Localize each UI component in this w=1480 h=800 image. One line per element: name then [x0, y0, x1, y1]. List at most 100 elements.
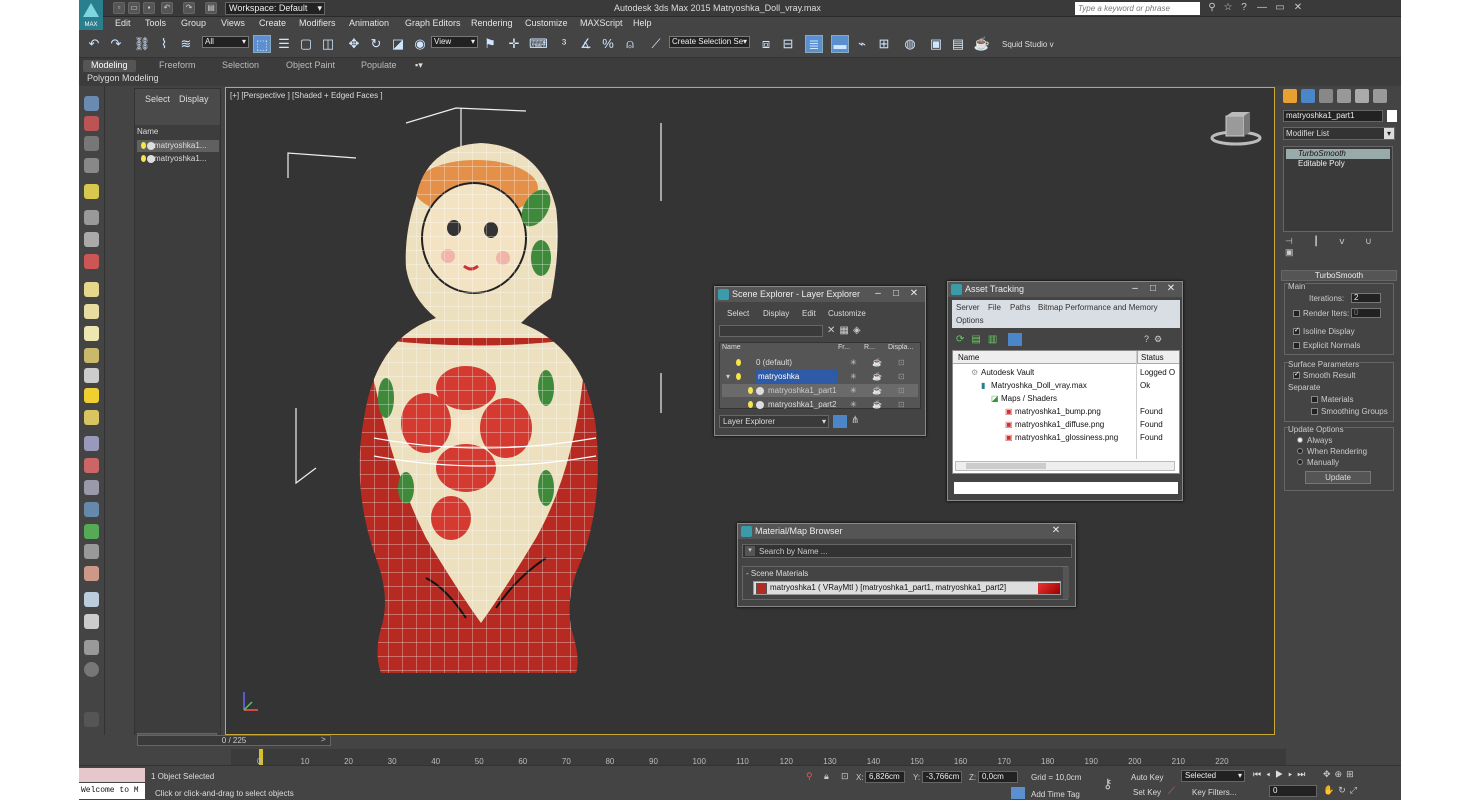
question-icon[interactable]	[84, 662, 99, 677]
key-icon[interactable]: ⚷	[1103, 776, 1113, 792]
render-icon[interactable]: ☕	[872, 356, 882, 369]
render-icon[interactable]: ☕	[872, 370, 882, 383]
menu-views[interactable]: Views	[221, 18, 245, 28]
object-color-swatch[interactable]	[1387, 110, 1397, 122]
asset-help-icons[interactable]: ?⚙	[1144, 334, 1167, 345]
edit-named-selection-icon[interactable]: ⟋	[647, 35, 665, 53]
lock-icon[interactable]: 🔒︎	[824, 771, 829, 782]
auto-key-button[interactable]: Auto Key	[1131, 773, 1163, 782]
light-bulb-icon[interactable]	[736, 373, 741, 380]
tab-display[interactable]: Display	[179, 94, 209, 104]
table-row[interactable]: ▾ matryoshka ✳ ☕ ⊡	[722, 370, 918, 383]
city-icon[interactable]	[84, 614, 99, 629]
hierarchy-tab-icon[interactable]	[1319, 89, 1333, 103]
key-mode-icon[interactable]: ⟋	[1168, 786, 1175, 797]
torus-icon[interactable]	[84, 348, 99, 363]
table-row[interactable]: matryoshka1_part2 ✳ ☕ ⊡	[722, 398, 918, 411]
material-browser-titlebar[interactable]: Material/Map Browser ✕	[738, 524, 1075, 539]
select-by-name-icon[interactable]: ☰	[275, 35, 293, 53]
time-track[interactable]: 0 10 20 30 40 50 60 70 80 90 100 110 120 130 140 150 160…	[231, 749, 1286, 766]
new-file-icon[interactable]: ▫	[113, 2, 125, 14]
light-bulb-icon[interactable]	[748, 387, 753, 394]
asset-tracking-titlebar[interactable]: Asset Tracking – □ ✕	[948, 282, 1182, 297]
light-bulb-icon[interactable]	[736, 359, 741, 366]
x-coordinate-field[interactable]: 6,826cm	[865, 771, 905, 783]
menu-select[interactable]: Select	[727, 309, 749, 318]
table-row[interactable]: ▣ matryoshka1_bump.png Found	[953, 405, 1179, 418]
hierarchy-mode-icon[interactable]: ⋔	[851, 415, 859, 426]
tab-populate[interactable]: Populate	[361, 60, 397, 72]
maxscript-listener-top[interactable]	[79, 768, 145, 782]
render-setup-icon[interactable]: ▣	[927, 35, 945, 53]
maxscript-listener[interactable]: Welcome to M	[79, 783, 145, 799]
menu-options[interactable]: Options	[956, 316, 984, 325]
menu-tools[interactable]: Tools	[145, 18, 166, 28]
column-freeze[interactable]: Fr...	[838, 344, 850, 351]
column-name[interactable]: Name	[137, 127, 158, 136]
table-row[interactable]: ▣ matryoshka1_glossiness.png Found	[953, 431, 1179, 444]
sphere-icon[interactable]	[84, 304, 99, 319]
stack-item-editable-poly[interactable]: Editable Poly	[1286, 159, 1390, 169]
tab-modeling[interactable]: Modeling	[83, 60, 136, 72]
sun-icon[interactable]	[84, 388, 99, 403]
rendered-frame-window-icon[interactable]: ▤	[949, 35, 967, 53]
tab-selection[interactable]: Selection	[222, 60, 259, 72]
absolute-mode-icon[interactable]: ⊡	[841, 771, 849, 782]
list-item[interactable]: matryoshka1...	[137, 153, 219, 165]
close-icon[interactable]: ✕	[1047, 524, 1065, 538]
menu-graph-editors[interactable]: Graph Editors	[405, 18, 461, 28]
restore-icon[interactable]: □	[887, 287, 905, 301]
tab-freeform[interactable]: Freeform	[159, 60, 196, 72]
menu-rendering[interactable]: Rendering	[471, 18, 513, 28]
minimize-icon[interactable]: –	[869, 287, 887, 301]
cone-icon[interactable]	[84, 368, 99, 383]
light-bulb-icon[interactable]	[141, 155, 146, 162]
table-row[interactable]: matryoshka1_part1 ✳ ☕ ⊡	[722, 384, 918, 397]
key-filters-button[interactable]: Key Filters...	[1192, 788, 1236, 797]
scrollbar-thumb[interactable]	[966, 463, 1046, 469]
object-name-field[interactable]: matryoshka1_part1	[1283, 110, 1383, 122]
teapot-icon[interactable]	[84, 96, 99, 111]
dynamics-icon[interactable]	[84, 458, 99, 473]
menu-edit[interactable]: Edit	[802, 309, 816, 318]
open-file-icon[interactable]: ▭	[128, 2, 140, 14]
when-rendering-radio[interactable]	[1297, 448, 1303, 454]
y-coordinate-field[interactable]: -3,766cm	[922, 771, 962, 783]
light-bulb-icon[interactable]	[141, 142, 146, 149]
freeze-icon[interactable]: ✳	[850, 356, 857, 369]
polygon-modeling-panel[interactable]: Polygon Modeling	[87, 73, 159, 83]
material-item[interactable]: matryoshka1 ( VRayMtl ) [matryoshka1_par…	[753, 581, 1061, 595]
redo-icon[interactable]: ↷	[183, 2, 195, 14]
table-row[interactable]: 0 (default) ✳ ☕ ⊡	[722, 356, 918, 369]
close-icon[interactable]: ✕	[1291, 2, 1305, 15]
mirror-icon[interactable]: ⧈	[757, 35, 775, 53]
set-key-button[interactable]: Set Key	[1133, 788, 1161, 797]
percent-snap-icon[interactable]: %	[599, 35, 617, 53]
schematic-view-icon[interactable]: ⊞	[875, 35, 893, 53]
render-production-icon[interactable]: ☕	[973, 35, 991, 53]
cylinder-icon[interactable]	[84, 326, 99, 341]
redo-icon[interactable]: ↷	[107, 35, 125, 53]
window-crossing-icon[interactable]: ◫	[319, 35, 337, 53]
menu-display[interactable]: Display	[763, 309, 789, 318]
turbosmooth-rollout-header[interactable]: TurboSmooth	[1281, 270, 1397, 281]
box-icon[interactable]	[84, 282, 99, 297]
script-icon[interactable]	[84, 640, 99, 655]
explicit-normals-checkbox[interactable]	[1293, 342, 1300, 349]
freeze-icon[interactable]: ✳	[850, 398, 857, 411]
spinner-snap-icon[interactable]: ⍝	[621, 35, 639, 53]
move-icon[interactable]: ✥	[345, 35, 363, 53]
menu-paths[interactable]: Paths	[1010, 303, 1030, 312]
close-icon[interactable]: ✕	[905, 287, 923, 301]
vertical-scrollbar[interactable]	[1063, 567, 1069, 599]
bind-space-warp-icon[interactable]: ≋	[177, 35, 195, 53]
layer-explorer-titlebar[interactable]: Scene Explorer - Layer Explorer – □ ✕	[715, 287, 925, 302]
manually-radio[interactable]	[1297, 459, 1303, 465]
star-icon[interactable]: ☆	[1221, 2, 1235, 15]
stack-tools-icon[interactable]: ⊣ ┃ ⅴ ∪ ▣	[1285, 236, 1395, 257]
placement-icon[interactable]: ◉	[411, 35, 429, 53]
stack-item-turbosmooth[interactable]: TurboSmooth	[1286, 149, 1390, 159]
render-icon[interactable]: ☕	[872, 398, 882, 411]
reference-coordinate-dropdown[interactable]: View ▾	[431, 36, 478, 48]
add-time-tag-button[interactable]: Add Time Tag	[1031, 790, 1080, 799]
